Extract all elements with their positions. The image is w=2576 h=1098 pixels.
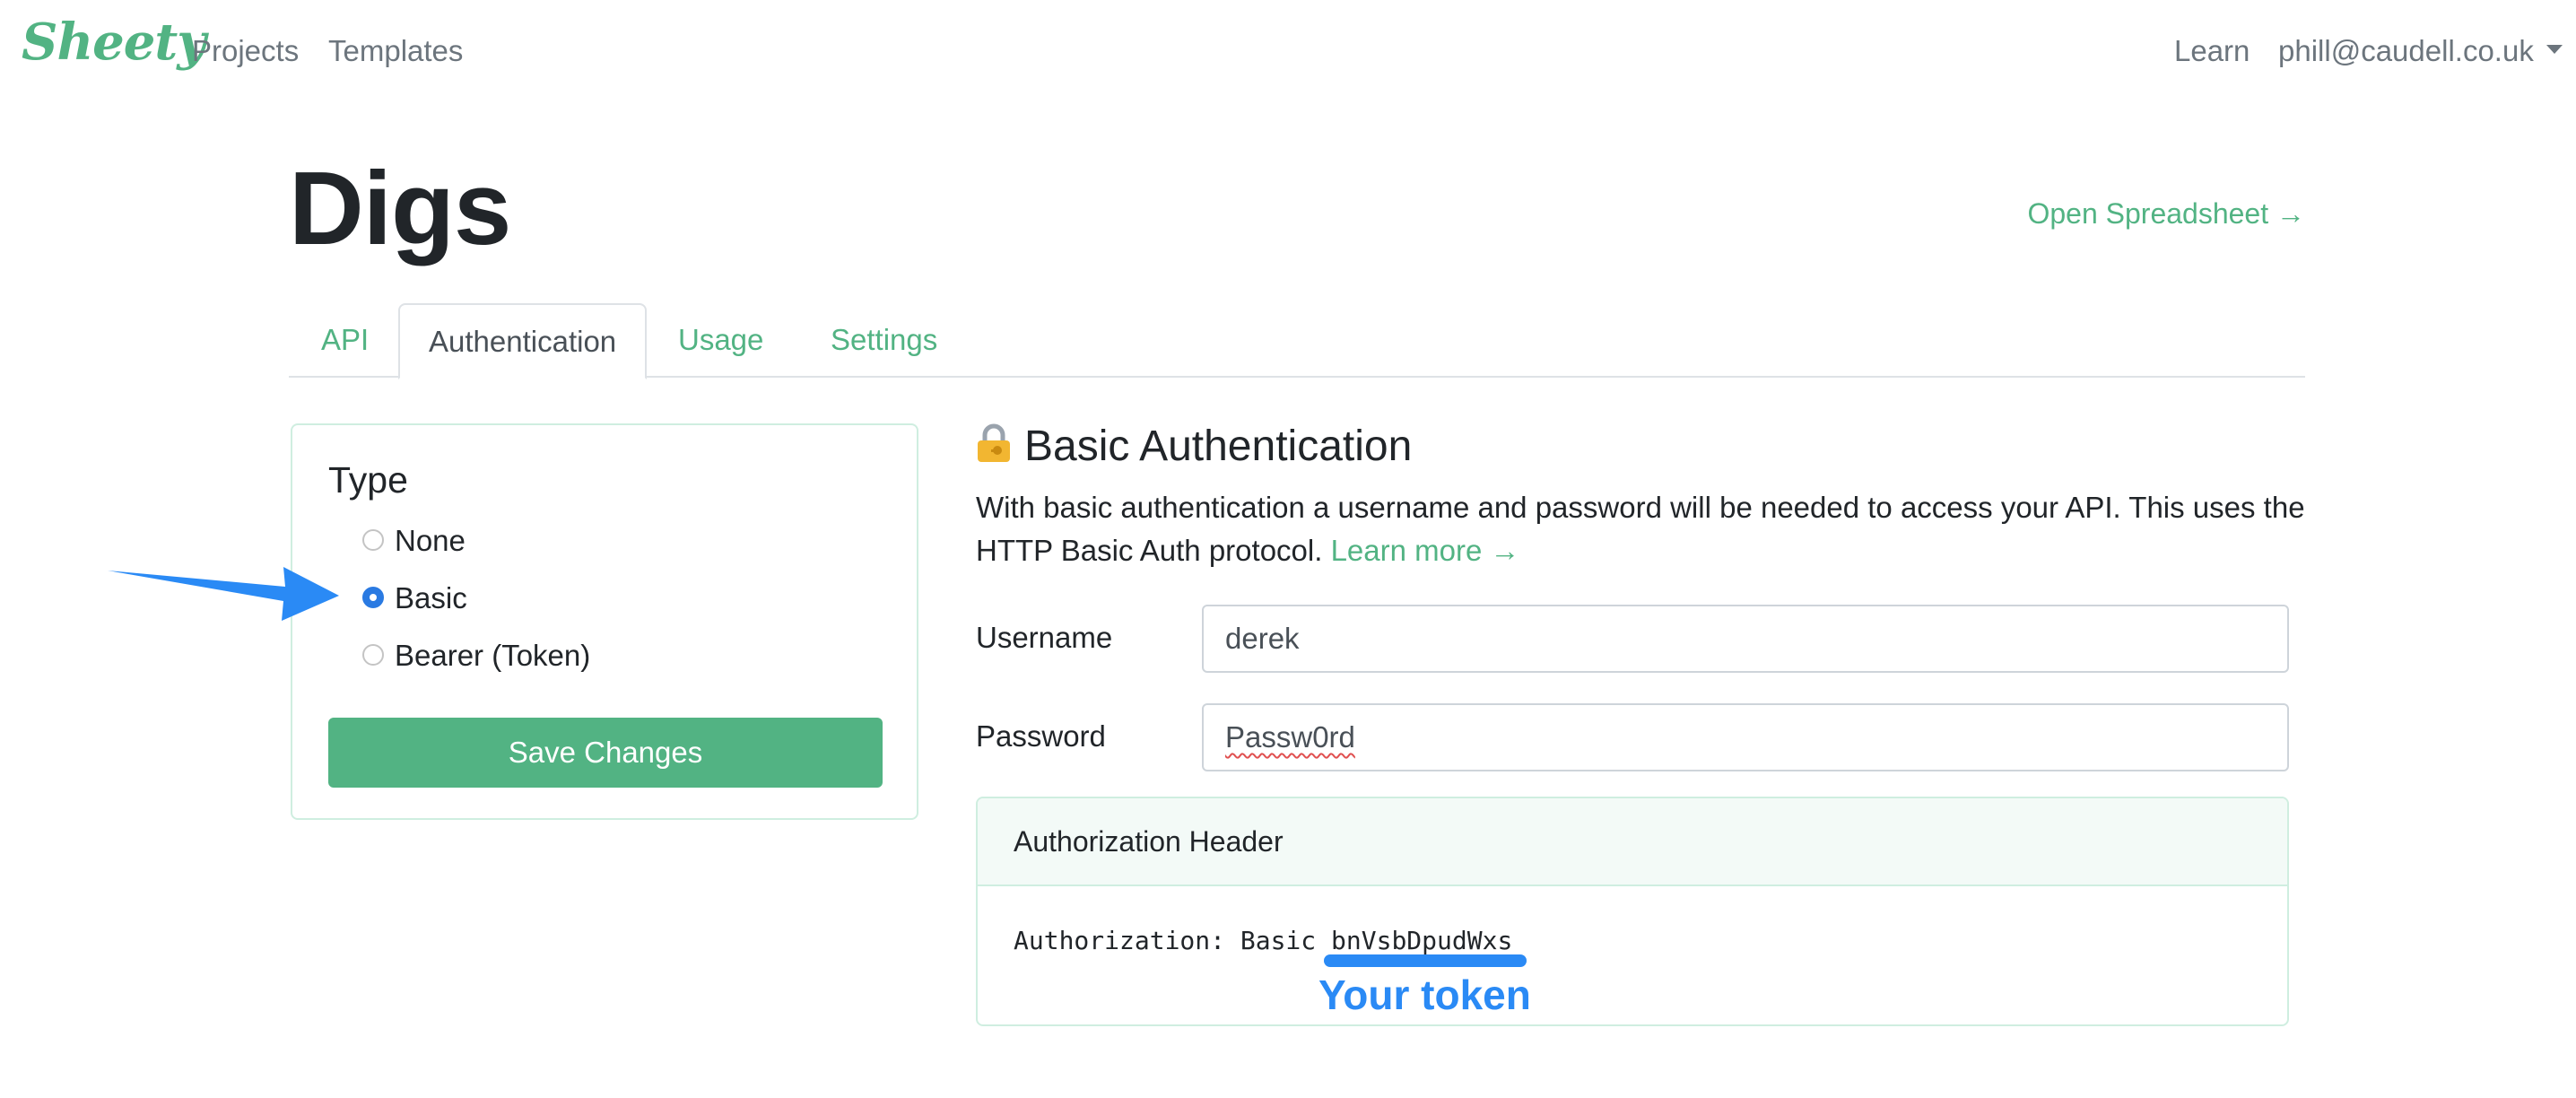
- password-input[interactable]: Passw0rd: [1202, 703, 2289, 771]
- password-label: Password: [976, 719, 1106, 753]
- page-title: Digs: [289, 150, 511, 266]
- learn-more-link[interactable]: Learn more →: [1331, 534, 1520, 567]
- username-input[interactable]: derek: [1202, 605, 2289, 673]
- radio-basic-indicator[interactable]: [362, 587, 384, 609]
- tab-settings[interactable]: Settings: [802, 303, 966, 377]
- description-text: With basic authentication a username and…: [976, 491, 2305, 567]
- user-menu[interactable]: phill@caudell.co.uk: [2278, 34, 2563, 68]
- basic-auth-heading: Basic Authentication: [976, 422, 1412, 471]
- basic-auth-description: With basic authentication a username and…: [976, 486, 2312, 572]
- tab-api[interactable]: API: [292, 303, 397, 377]
- token-highlight-underline: [1324, 954, 1527, 967]
- radio-bearer-label: Bearer (Token): [395, 639, 591, 672]
- authorization-header-value: Authorization: Basic bnVsbDpudWxs: [1014, 926, 1512, 955]
- radio-basic-label: Basic: [395, 581, 467, 614]
- your-token-annotation: Your token: [1318, 972, 1531, 1018]
- nav-learn-link[interactable]: Learn: [2174, 34, 2250, 68]
- basic-auth-title: Basic Authentication: [1024, 423, 1413, 470]
- radio-none-indicator[interactable]: [362, 529, 384, 552]
- authorization-header-card: Authorization Header Authorization: Basi…: [976, 797, 2289, 1026]
- radio-basic[interactable]: Basic: [362, 581, 467, 615]
- annotation-arrow-icon: [108, 567, 339, 621]
- chevron-down-icon: [2546, 45, 2563, 55]
- authorization-token: bnVsbDpudWxs: [1331, 926, 1513, 955]
- lock-icon: [976, 423, 1012, 463]
- tab-usage[interactable]: Usage: [649, 303, 792, 377]
- open-spreadsheet-link[interactable]: Open Spreadsheet →: [2027, 197, 2305, 231]
- password-value: Passw0rd: [1225, 720, 1355, 754]
- authorization-header-title: Authorization Header: [978, 798, 2287, 886]
- sheety-logo[interactable]: Sheety: [22, 13, 206, 72]
- save-changes-button[interactable]: Save Changes: [328, 718, 883, 788]
- user-email: phill@caudell.co.uk: [2278, 34, 2534, 67]
- username-label: Username: [976, 621, 1113, 654]
- radio-bearer[interactable]: Bearer (Token): [362, 639, 590, 673]
- radio-none-label: None: [395, 524, 466, 557]
- radio-bearer-indicator[interactable]: [362, 644, 384, 667]
- type-heading: Type: [328, 459, 408, 501]
- radio-none[interactable]: None: [362, 524, 466, 558]
- authorization-prefix: Authorization: Basic: [1014, 926, 1332, 955]
- nav-projects-link[interactable]: Projects: [192, 34, 299, 68]
- tab-authentication[interactable]: Authentication: [398, 303, 648, 379]
- nav-templates-link[interactable]: Templates: [328, 34, 463, 68]
